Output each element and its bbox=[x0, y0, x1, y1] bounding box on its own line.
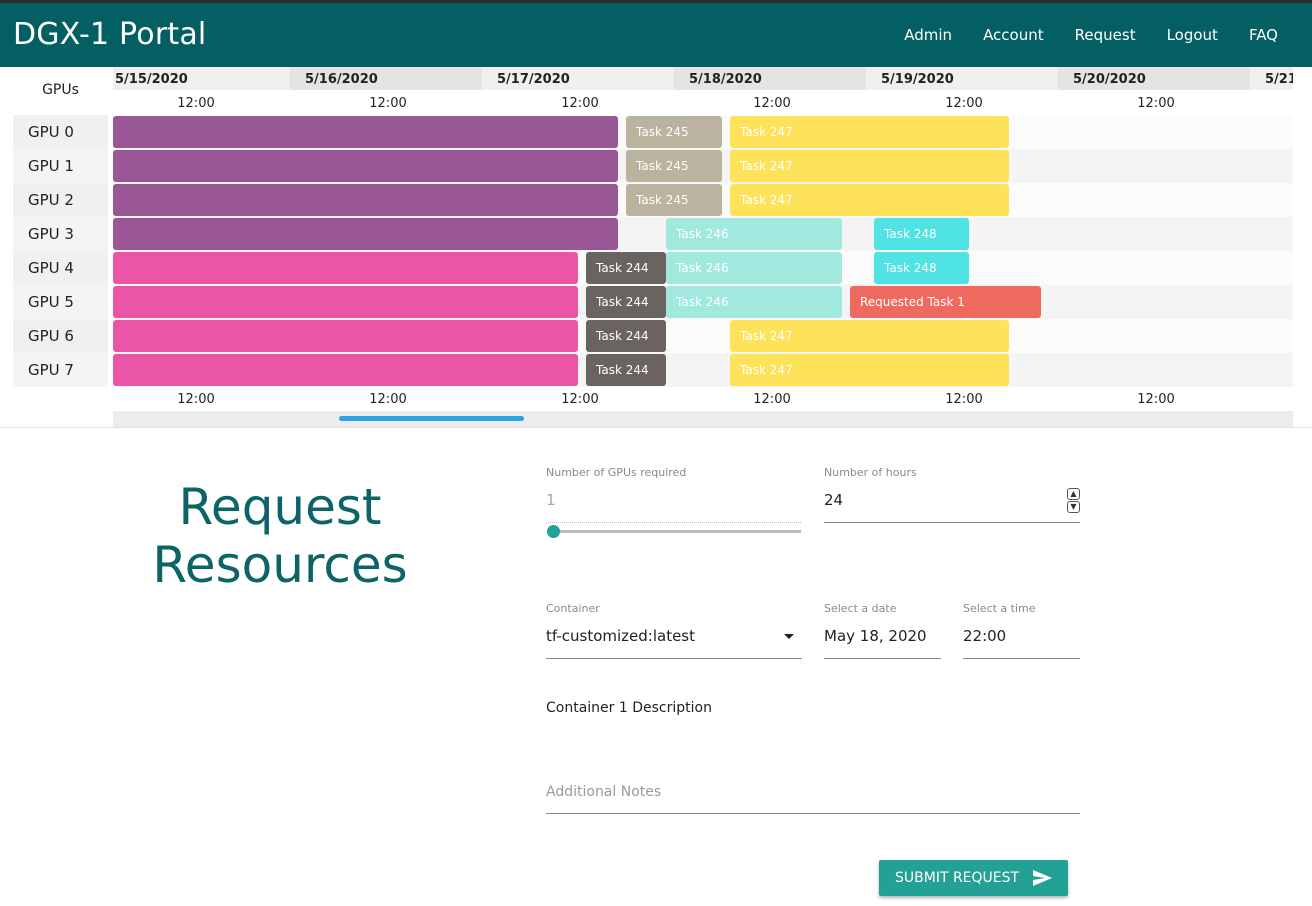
gpu-row-label: GPU 6 bbox=[13, 319, 108, 353]
container-select[interactable]: tf-customized:latest bbox=[546, 627, 695, 645]
task-bar[interactable]: Task 245 bbox=[626, 184, 722, 216]
nav-faq[interactable]: FAQ bbox=[1249, 26, 1278, 44]
task-bar[interactable]: Task 247 bbox=[730, 320, 1009, 352]
time-tick: 12:00 bbox=[945, 392, 983, 407]
gpu-row-label: GPU 4 bbox=[13, 251, 108, 285]
section-divider bbox=[0, 427, 1312, 428]
task-bar[interactable]: Task 247 bbox=[730, 354, 1009, 386]
container-description: Container 1 Description bbox=[546, 700, 712, 716]
container-label: Container bbox=[546, 602, 600, 615]
task-bar[interactable]: Task 248 bbox=[874, 252, 969, 284]
time-field-underline bbox=[963, 658, 1080, 659]
brand-title[interactable]: DGX-1 Portal bbox=[13, 17, 206, 52]
gpu-row-label: GPU 0 bbox=[13, 115, 108, 149]
time-tick: 12:00 bbox=[561, 96, 599, 111]
date-input[interactable]: May 18, 2020 bbox=[824, 627, 927, 645]
task-bar[interactable]: Task 245 bbox=[626, 150, 722, 182]
gpu-row-label: GPU 5 bbox=[13, 285, 108, 319]
time-tick: 12:00 bbox=[1137, 96, 1175, 111]
hours-field-underline bbox=[824, 522, 1080, 523]
task-bar[interactable]: Task 244 bbox=[586, 252, 666, 284]
nav-request[interactable]: Request bbox=[1075, 26, 1136, 44]
task-bar[interactable]: Task 248 bbox=[874, 218, 969, 250]
gpus-slider-thumb[interactable] bbox=[547, 525, 560, 538]
scrollbar-thumb[interactable] bbox=[339, 416, 524, 421]
gpu-timeline: GPUs 5/15/2020 5/16/2020 5/17/2020 5/18/… bbox=[0, 67, 1312, 427]
time-tick: 12:00 bbox=[945, 96, 983, 111]
container-field-underline bbox=[546, 658, 802, 659]
time-tick: 12:00 bbox=[753, 392, 791, 407]
gpus-required-label: Number of GPUs required bbox=[546, 466, 687, 479]
date-header: 5/17/2020 bbox=[482, 67, 674, 90]
task-bar[interactable]: Task 244 bbox=[586, 354, 666, 386]
task-bar[interactable]: Task 246 bbox=[666, 252, 842, 284]
nav-links: Admin Account Request Logout FAQ bbox=[904, 3, 1312, 67]
task-bar[interactable]: Task 246 bbox=[666, 218, 842, 250]
task-bar[interactable] bbox=[113, 252, 578, 284]
send-icon bbox=[1033, 870, 1052, 886]
date-header: 5/15/2020 bbox=[113, 67, 290, 90]
gpu-row-label: GPU 1 bbox=[13, 149, 108, 183]
notes-field-underline bbox=[546, 813, 1080, 814]
task-bar[interactable] bbox=[113, 116, 618, 148]
submit-button-label: SUBMIT REQUEST bbox=[895, 870, 1020, 886]
hours-label: Number of hours bbox=[824, 466, 917, 479]
gpus-slider-track[interactable] bbox=[553, 530, 801, 533]
nav-logout[interactable]: Logout bbox=[1167, 26, 1218, 44]
time-input[interactable]: 22:00 bbox=[963, 627, 1006, 645]
time-tick: 12:00 bbox=[369, 96, 407, 111]
date-header: 5/18/2020 bbox=[674, 67, 866, 90]
time-header-row-bottom: 12:00 12:00 12:00 12:00 12:00 12:00 bbox=[113, 388, 1293, 411]
time-tick: 12:00 bbox=[369, 392, 407, 407]
time-label: Select a time bbox=[963, 602, 1036, 615]
submit-request-button[interactable]: SUBMIT REQUEST bbox=[879, 860, 1068, 896]
requested-task-bar[interactable]: Requested Task 1 bbox=[850, 286, 1041, 318]
time-tick: 12:00 bbox=[561, 392, 599, 407]
task-bar[interactable] bbox=[113, 354, 578, 386]
nav-admin[interactable]: Admin bbox=[904, 26, 952, 44]
time-tick: 12:00 bbox=[1137, 392, 1175, 407]
gpu-row-label: GPU 3 bbox=[13, 217, 108, 251]
time-tick: 12:00 bbox=[753, 96, 791, 111]
schedule-grid: Task 245 Task 247 Task 245 Task 247 Task… bbox=[113, 115, 1293, 387]
nav-account[interactable]: Account bbox=[983, 26, 1044, 44]
timeline-scrollbar[interactable] bbox=[113, 411, 1293, 427]
time-tick: 12:00 bbox=[177, 392, 215, 407]
task-bar[interactable]: Task 247 bbox=[730, 150, 1009, 182]
hours-stepper[interactable]: ▲ ▼ bbox=[1067, 488, 1080, 514]
chevron-down-icon[interactable] bbox=[784, 634, 794, 639]
task-bar[interactable] bbox=[113, 320, 578, 352]
request-resources-title: Request Resources bbox=[152, 478, 408, 594]
time-header-row-top: 12:00 12:00 12:00 12:00 12:00 12:00 bbox=[113, 92, 1293, 115]
gpu-row-label: GPU 7 bbox=[13, 353, 108, 387]
task-bar[interactable] bbox=[113, 218, 618, 250]
task-bar[interactable] bbox=[113, 286, 578, 318]
task-bar[interactable] bbox=[113, 150, 618, 182]
gpus-required-value: 1 bbox=[546, 491, 556, 509]
gpus-column-header: GPUs bbox=[13, 67, 108, 113]
hours-input[interactable]: 24 bbox=[824, 491, 843, 509]
date-header-row: 5/15/2020 5/16/2020 5/17/2020 5/18/2020 … bbox=[113, 67, 1293, 90]
time-tick: 12:00 bbox=[177, 96, 215, 111]
date-header: 5/21 bbox=[1250, 67, 1293, 90]
task-bar[interactable]: Task 244 bbox=[586, 286, 666, 318]
task-bar[interactable]: Task 247 bbox=[730, 116, 1009, 148]
gpus-field-underline bbox=[546, 522, 801, 523]
date-header: 5/16/2020 bbox=[290, 67, 482, 90]
date-label: Select a date bbox=[824, 602, 897, 615]
additional-notes-input[interactable]: Additional Notes bbox=[546, 784, 661, 800]
stepper-down-icon[interactable]: ▼ bbox=[1067, 501, 1080, 513]
date-header: 5/19/2020 bbox=[866, 67, 1058, 90]
date-field-underline bbox=[824, 658, 941, 659]
gpu-row-label: GPU 2 bbox=[13, 183, 108, 217]
task-bar[interactable] bbox=[113, 184, 618, 216]
task-bar[interactable]: Task 244 bbox=[586, 320, 666, 352]
task-bar[interactable]: Task 247 bbox=[730, 184, 1009, 216]
task-bar[interactable]: Task 246 bbox=[666, 286, 842, 318]
task-bar[interactable]: Task 245 bbox=[626, 116, 722, 148]
gpu-row-labels: GPU 0 GPU 1 GPU 2 GPU 3 GPU 4 GPU 5 GPU … bbox=[13, 115, 108, 387]
top-navbar: DGX-1 Portal Admin Account Request Logou… bbox=[0, 0, 1312, 67]
stepper-up-icon[interactable]: ▲ bbox=[1067, 488, 1080, 500]
date-header: 5/20/2020 bbox=[1058, 67, 1250, 90]
